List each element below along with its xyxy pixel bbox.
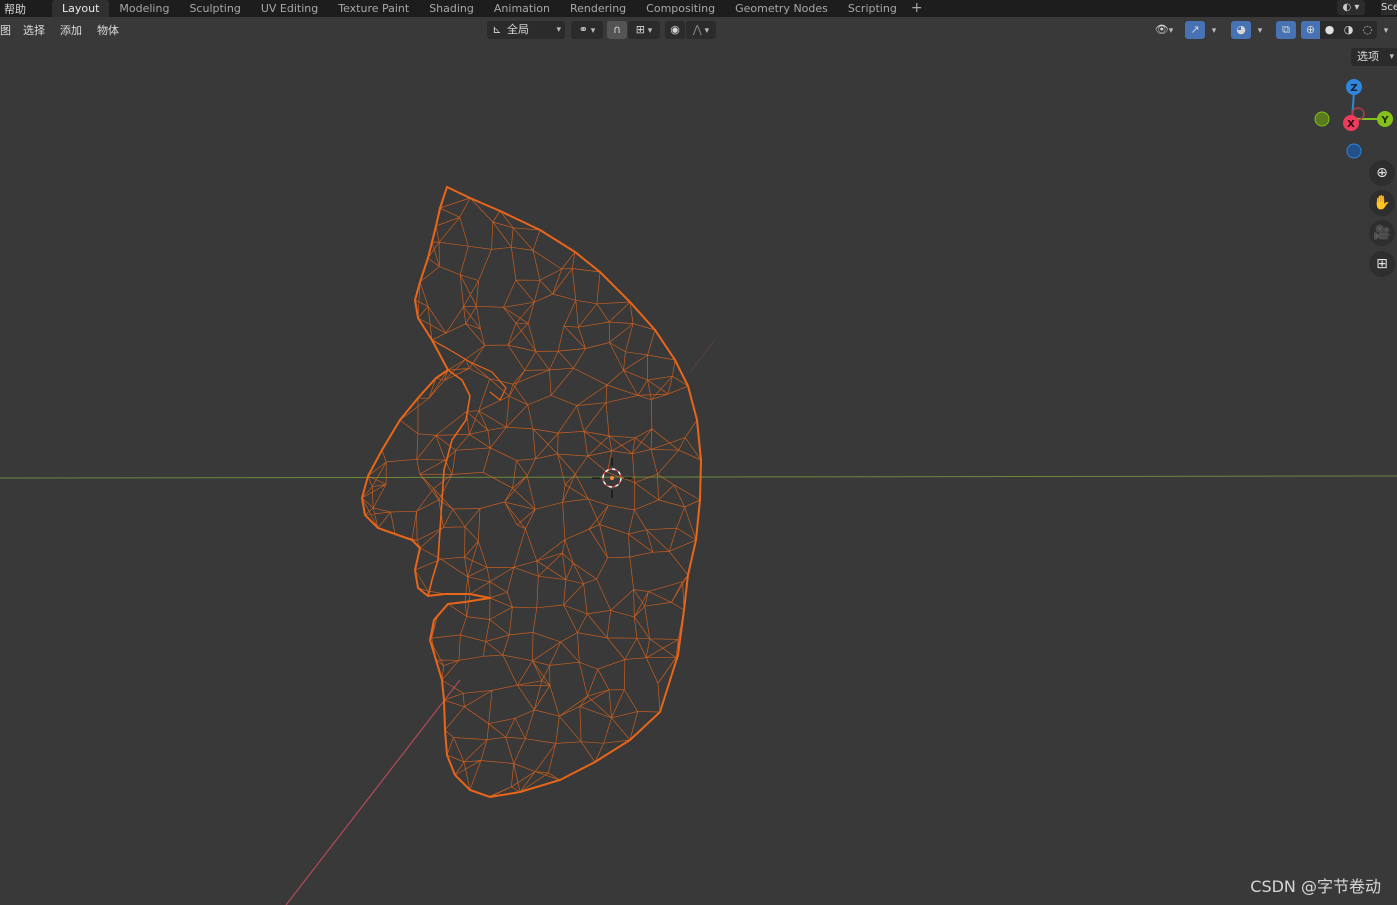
falloff-dropdown[interactable]: ⋀ ▾ [686,21,716,39]
snap-toggle[interactable]: ∩ [607,21,627,39]
pivot-point-dropdown[interactable]: ⚭ ▾ [571,21,603,39]
orientation-icon: ⊾ [492,23,502,36]
xray-icon: ⧉ [1282,23,1290,36]
x-axis-line [285,679,461,905]
tab-modeling[interactable]: Modeling [109,0,179,17]
shading-solid-button[interactable]: ● [1320,21,1339,39]
gizmo-dropdown[interactable]: ▾ [1206,21,1222,39]
perspective-grid-icon[interactable]: ⊞ [1369,251,1395,277]
tab-compositing[interactable]: Compositing [636,0,725,17]
pan-hand-icon[interactable]: ✋ [1369,190,1395,216]
shading-rendered-button[interactable]: ◌ [1358,21,1377,39]
tab-texture-paint[interactable]: Texture Paint [328,0,419,17]
gizmo-neg-z[interactable] [1346,143,1362,159]
tab-animation[interactable]: Animation [484,0,560,17]
gizmo-y-label: Y [1380,115,1389,126]
overlays-icon: ◕ [1236,23,1246,36]
shading-material-button[interactable]: ◑ [1339,21,1358,39]
xray-toggle[interactable]: ⧉ [1276,21,1296,39]
orientation-label: 全局 [507,23,529,36]
viewport-canvas: Z Y X [0,79,1397,905]
add-workspace-button[interactable]: + [907,0,927,17]
select-menu[interactable]: 选择 [23,22,45,38]
top-bar: 帮助 Layout Modeling Sculpting UV Editing … [0,0,1397,17]
shading-wireframe-button[interactable]: ⊕ [1301,21,1320,39]
proportional-edit-toggle[interactable]: ◉ [665,21,685,39]
help-menu[interactable]: 帮助 [0,1,32,17]
rendered-sphere-icon: ◌ [1362,23,1373,36]
3d-viewport[interactable]: Z Y X [0,43,1397,905]
snap-target-dropdown[interactable]: ⊞ ▾ [628,21,660,39]
3d-cursor-icon[interactable] [592,458,632,498]
tab-uv-editing[interactable]: UV Editing [251,0,328,17]
overlays-dropdown[interactable]: ▾ [1252,21,1268,39]
tab-sculpting[interactable]: Sculpting [179,0,250,17]
mesh-edges [361,186,702,798]
camera-view-icon[interactable]: 🎥 [1369,220,1395,246]
scene-selector-icon[interactable]: ◐ ▾ [1337,0,1365,15]
gizmo-toggle[interactable]: ↗ [1185,21,1205,39]
pivot-icon: ⚭ [578,23,588,36]
wireframe-sphere-icon: ⊕ [1305,23,1316,36]
snap-increment-icon: ⊞ [635,23,645,36]
scene-name-field[interactable]: Sce [1381,0,1397,15]
add-menu[interactable]: 添加 [60,22,82,38]
watermark: CSDN @字节卷动 [1250,877,1381,896]
gizmo-z-label: Z [1350,83,1357,94]
magnet-icon: ∩ [612,23,622,36]
mesh-triangulation [361,186,702,798]
tab-scripting[interactable]: Scripting [838,0,907,17]
eye-icon: 👁 [1154,23,1169,36]
tab-rendering[interactable]: Rendering [560,0,636,17]
gizmo-x-label: X [1347,119,1355,130]
tab-shading[interactable]: Shading [419,0,484,17]
proportional-icon: ◉ [670,23,680,36]
view-menu[interactable]: 图 [0,22,11,38]
overlays-toggle[interactable]: ◕ [1231,21,1251,39]
gizmo-neg-y[interactable] [1314,111,1330,127]
y-axis-line [0,475,1397,479]
zoom-icon[interactable]: ⊕ [1369,160,1395,186]
mesh-cheek-contour [431,339,507,401]
material-sphere-icon: ◑ [1343,23,1354,36]
tab-layout[interactable]: Layout [52,0,110,17]
tab-geometry-nodes[interactable]: Geometry Nodes [725,0,838,17]
transform-orientation-dropdown[interactable]: ⊾ 全局 ▾ [487,21,565,39]
object-menu[interactable]: 物体 [97,22,119,38]
navigation-gizmo[interactable]: Z Y X [1314,79,1393,159]
x-axis-line-far [689,339,716,373]
falloff-curve-icon: ⋀ [692,23,702,36]
gizmo-icon: ↗ [1190,23,1200,36]
shading-dropdown[interactable]: ▾ [1378,21,1394,39]
solid-sphere-icon: ● [1324,23,1335,36]
visibility-dropdown[interactable]: 👁▾ [1148,21,1180,39]
face-mesh[interactable] [360,185,703,799]
